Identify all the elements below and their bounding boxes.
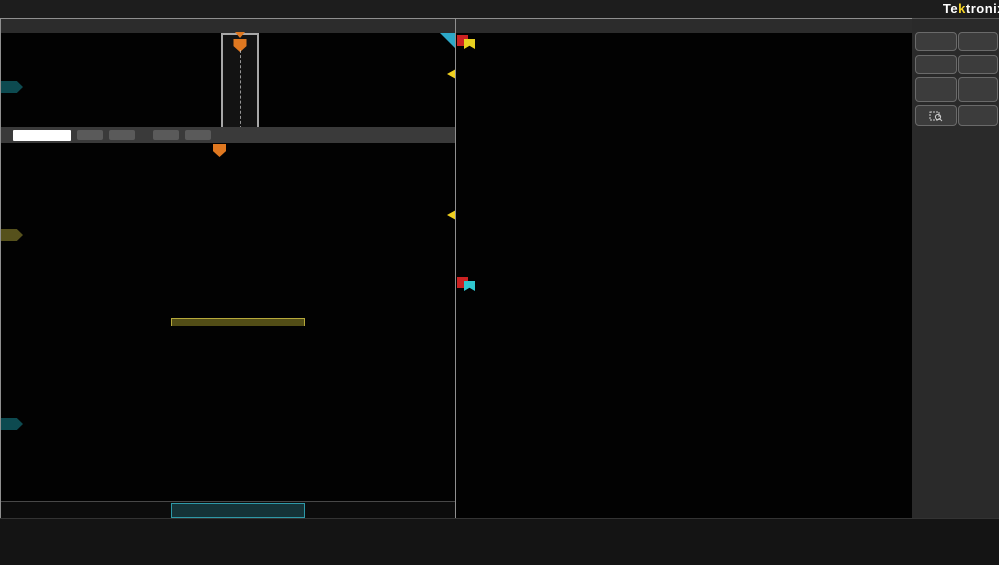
more-button[interactable] [958,105,998,126]
h-zoom-minus-button[interactable] [109,130,135,140]
v-zoom-minus-button[interactable] [185,130,211,140]
bottom-status-bar: U [0,518,999,565]
search-button[interactable] [958,55,998,74]
h-zoom-plus-button[interactable] [77,130,103,140]
ch1-waveform-panel [1,143,456,327]
plot-button[interactable] [958,77,998,102]
zoom-tool-button[interactable] [915,105,957,126]
waveform-overview-panel [1,33,456,127]
spectrum-view-titlebar [456,19,913,33]
spectrum1-panel [456,33,913,272]
overview-corner-zoom-icon[interactable] [440,33,456,49]
callout-button[interactable] [958,32,998,51]
cursors-button[interactable] [915,32,957,51]
waveform-view-titlebar [1,19,456,33]
results-table-button[interactable] [915,77,957,102]
trigger-dash-line [240,50,241,129]
zoom-area-icon [929,110,943,122]
scope-application: Tektronix [0,0,999,565]
spectrum2-panel [456,271,913,519]
zoom-window-box[interactable] [221,33,259,131]
waveform-x-axis [1,501,456,518]
trigger-position-arrow-icon [235,32,245,38]
spectrum1-canvas [456,33,911,271]
menu-bar: Tektronix [0,0,999,18]
spectrum2-canvas [456,271,911,519]
axis-highlight-region[interactable] [171,503,305,518]
right-sidebar [912,18,999,519]
ch1-waveform-canvas [1,143,454,326]
ch2-waveform-panel [1,326,456,501]
v-zoom-plus-button[interactable] [153,130,179,140]
waveform-view-window [0,18,457,520]
spectrum-view-window [455,18,914,520]
ch2-waveform-canvas [1,326,454,501]
tektronix-logo: Tektronix [943,1,999,16]
horizontal-zoom-scale-bar [1,127,456,143]
measure-button[interactable] [915,55,957,74]
h-zoom-value[interactable] [13,130,71,141]
